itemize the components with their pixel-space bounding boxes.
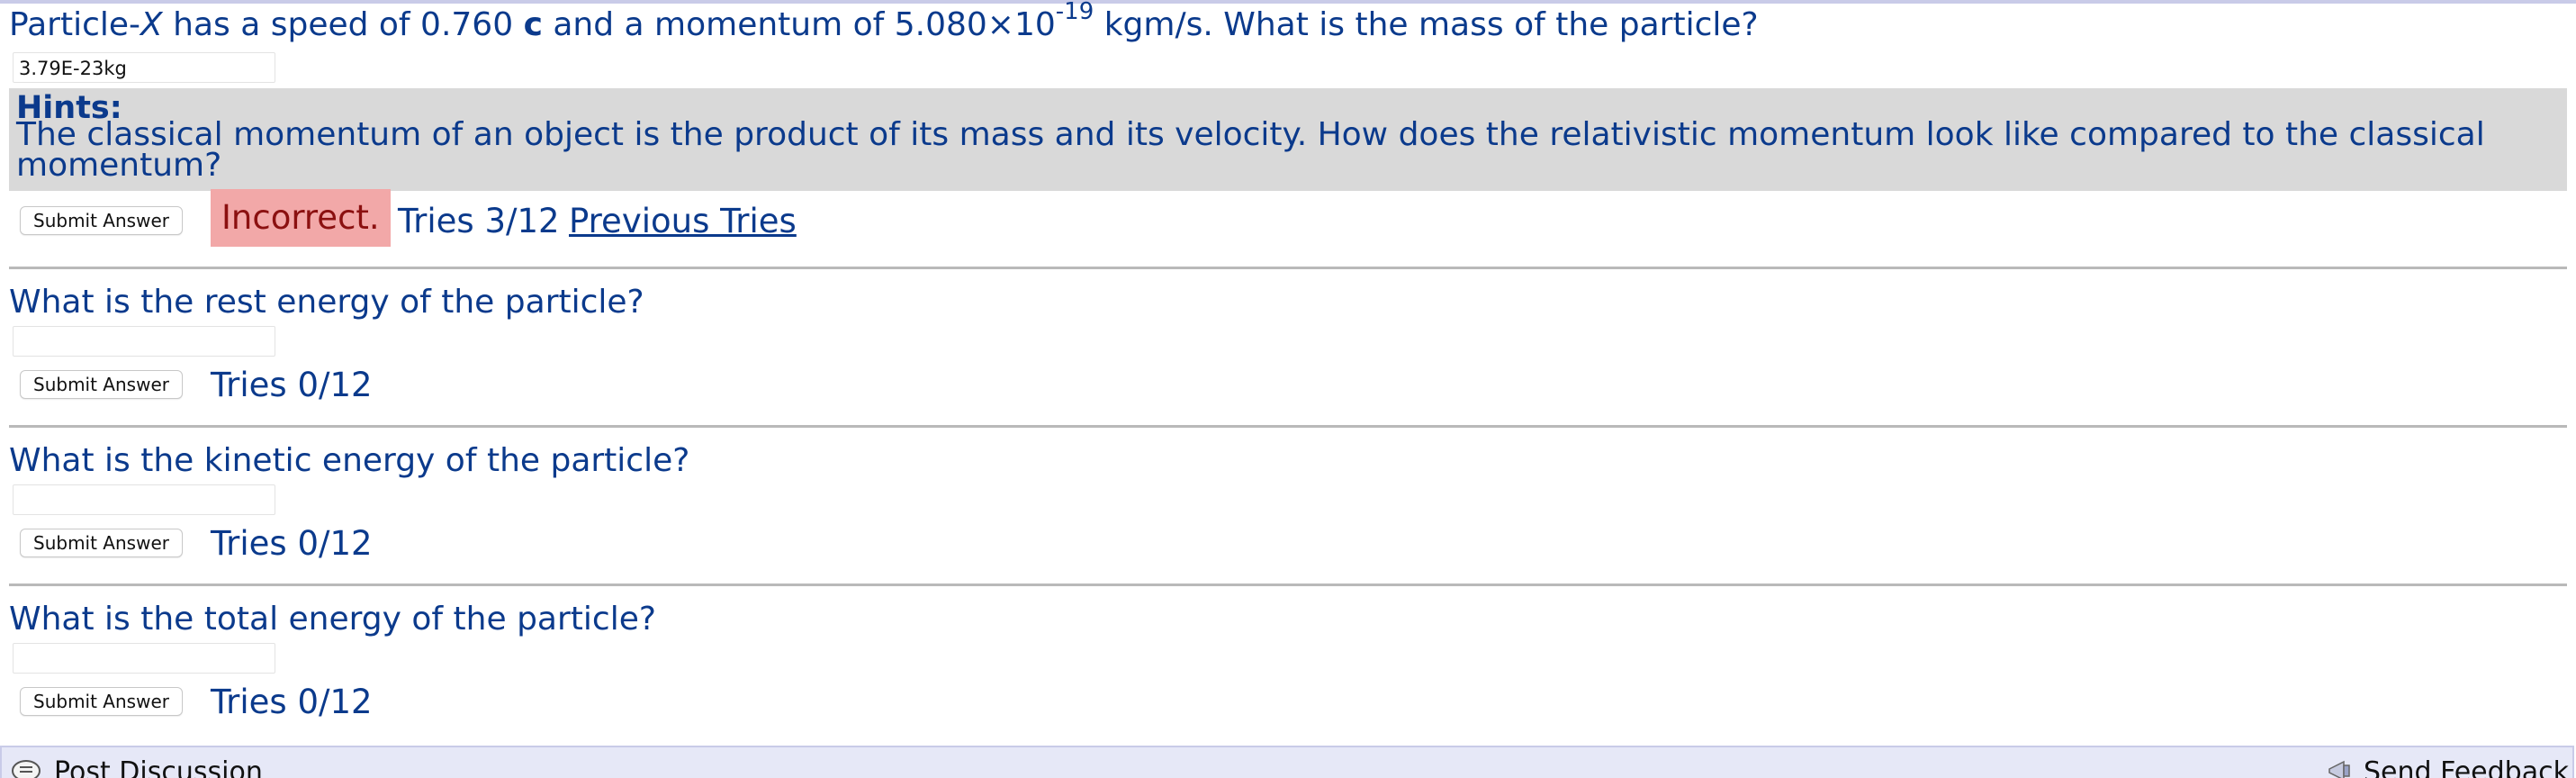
answer-input-rest-energy[interactable] xyxy=(13,326,275,357)
submit-button-total-energy[interactable]: Submit Answer xyxy=(20,687,183,716)
status-incorrect-badge: Incorrect. xyxy=(211,189,391,247)
tries-count-mass: Tries 3/12 xyxy=(398,202,560,240)
part-divider xyxy=(9,267,2567,269)
submit-button-mass[interactable]: Submit Answer xyxy=(20,206,183,235)
part-divider xyxy=(9,584,2567,586)
tries-count-kinetic-energy: Tries 0/12 xyxy=(211,524,373,563)
top-border xyxy=(0,0,2576,4)
submit-button-rest-energy[interactable]: Submit Answer xyxy=(20,370,183,399)
hints-box: Hints: The classical momentum of an obje… xyxy=(9,88,2567,191)
problem-page: Particle-X has a speed of 0.760 c and a … xyxy=(0,0,2576,778)
question-rest-energy: What is the rest energy of the particle? xyxy=(9,284,644,321)
megaphone-icon[interactable] xyxy=(2326,758,2356,778)
question-total-energy: What is the total energy of the particle… xyxy=(9,601,656,638)
post-discussion-link[interactable]: Post Discussion xyxy=(54,756,263,778)
submit-button-kinetic-energy[interactable]: Submit Answer xyxy=(20,529,183,557)
answer-input-kinetic-energy[interactable] xyxy=(13,484,275,515)
question-mass: Particle-X has a speed of 0.760 c and a … xyxy=(9,0,1759,43)
previous-tries-link[interactable]: Previous Tries xyxy=(569,202,797,241)
part-divider xyxy=(9,425,2567,428)
footer-bar: Post Discussion Send Feedback xyxy=(0,746,2574,778)
hints-text: The classical momentum of an object is t… xyxy=(16,116,2485,184)
tries-count-total-energy: Tries 0/12 xyxy=(211,683,373,721)
send-feedback-link[interactable]: Send Feedback xyxy=(2364,756,2569,778)
answer-input-mass[interactable]: 3.79E-23kg xyxy=(13,52,275,83)
question-kinetic-energy: What is the kinetic energy of the partic… xyxy=(9,442,690,479)
discussion-icon[interactable] xyxy=(11,758,41,778)
tries-count-rest-energy: Tries 0/12 xyxy=(211,366,373,404)
answer-input-total-energy[interactable] xyxy=(13,643,275,674)
